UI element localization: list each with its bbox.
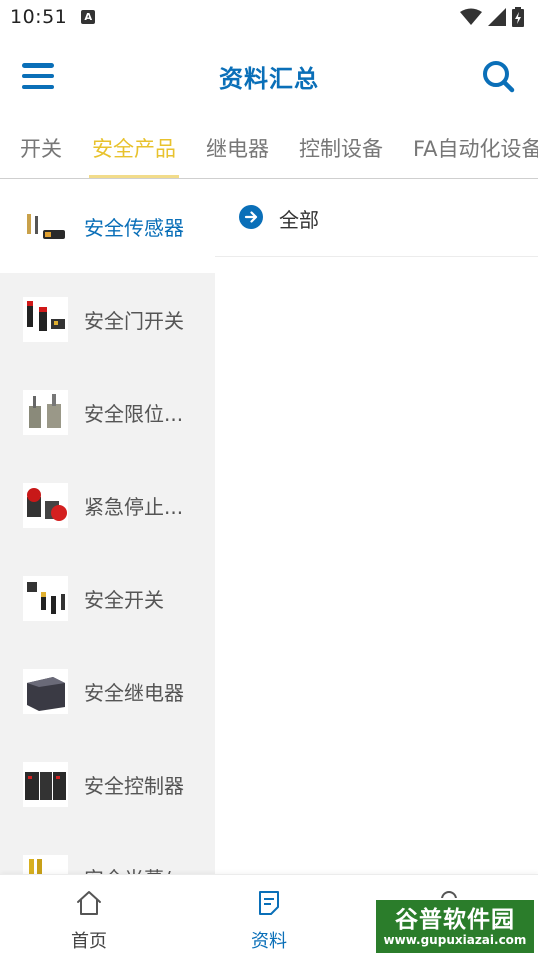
status-time: 10:51 bbox=[10, 6, 68, 28]
subcategory-all[interactable]: 全部 bbox=[215, 180, 538, 257]
tab-relays[interactable]: 继电器 bbox=[206, 118, 269, 178]
notification-icon: A bbox=[81, 10, 96, 24]
tab-label: 控制设备 bbox=[299, 137, 383, 161]
document-icon bbox=[259, 891, 279, 915]
product-thumbnail bbox=[23, 390, 68, 435]
sidebar-item-emergency-stop[interactable]: 紧急停止... bbox=[0, 459, 215, 552]
tab-label: 开关 bbox=[20, 137, 62, 161]
nav-documents[interactable]: 资料 bbox=[209, 875, 329, 957]
sidebar-item-safety-relay[interactable]: 安全继电器 bbox=[0, 645, 215, 738]
arrow-right-circle-icon bbox=[239, 205, 263, 229]
home-icon bbox=[77, 891, 101, 915]
sidebar-item-safety-door-switch[interactable]: 安全门开关 bbox=[0, 273, 215, 366]
sidebar-item-label: 安全传感器 bbox=[84, 216, 184, 240]
status-bar: 10:51 A bbox=[0, 0, 538, 34]
tab-label: 安全产品 bbox=[92, 137, 176, 161]
watermark-title: 谷普软件园 bbox=[395, 906, 515, 933]
sidebar-item-label: 安全门开关 bbox=[84, 309, 184, 333]
product-thumbnail bbox=[23, 669, 68, 714]
tab-safety-products[interactable]: 安全产品 bbox=[89, 118, 179, 178]
product-thumbnail bbox=[23, 204, 68, 249]
sidebar-item-label: 安全继电器 bbox=[84, 681, 184, 705]
subcategory-panel: 全部 bbox=[215, 180, 538, 874]
sidebar-item-label: 安全限位... bbox=[84, 402, 184, 426]
tab-label: 继电器 bbox=[206, 137, 269, 161]
tab-switches[interactable]: 开关 bbox=[20, 118, 62, 178]
sidebar-item-safety-limit-switch[interactable]: 安全限位... bbox=[0, 366, 215, 459]
sidebar-item-safety-light-curtain[interactable]: 安全光幕/... bbox=[0, 831, 215, 874]
signal-icon bbox=[488, 8, 506, 26]
search-icon[interactable] bbox=[480, 58, 516, 94]
hamburger-menu-icon[interactable] bbox=[20, 60, 56, 92]
sidebar-item-safety-controller[interactable]: 安全控制器 bbox=[0, 738, 215, 831]
wifi-icon bbox=[460, 8, 482, 25]
status-icons bbox=[460, 7, 524, 27]
product-thumbnail bbox=[23, 576, 68, 621]
category-tabs: 开关 安全产品 继电器 控制设备 FA自动化设备 bbox=[0, 118, 538, 179]
sidebar-item-label: 安全开关 bbox=[84, 588, 164, 612]
product-thumbnail bbox=[23, 762, 68, 807]
sidebar-item-label: 紧急停止... bbox=[84, 495, 184, 519]
page-title: 资料汇总 bbox=[219, 64, 319, 93]
tab-control-equipment[interactable]: 控制设备 bbox=[299, 118, 383, 178]
category-sidebar: 安全传感器 安全门开关 安全限位... 紧急停止... 安全开关 安全继电器 安… bbox=[0, 180, 215, 874]
watermark-url: www.gupuxiazai.com bbox=[383, 932, 527, 947]
watermark-logo: 谷普软件园 www.gupuxiazai.com bbox=[374, 898, 536, 955]
sidebar-item-safety-switch[interactable]: 安全开关 bbox=[0, 552, 215, 645]
product-thumbnail bbox=[23, 483, 68, 528]
sidebar-item-safety-sensor[interactable]: 安全传感器 bbox=[0, 180, 215, 273]
nav-label: 资料 bbox=[251, 931, 287, 952]
sidebar-item-label: 安全控制器 bbox=[84, 774, 184, 798]
tab-label: FA自动化设备 bbox=[413, 137, 538, 161]
subcategory-label: 全部 bbox=[279, 207, 319, 232]
product-thumbnail bbox=[23, 297, 68, 342]
sidebar-item-label: 安全光幕/... bbox=[84, 863, 190, 874]
battery-icon bbox=[512, 7, 524, 27]
tab-active-indicator bbox=[89, 175, 179, 178]
tab-fa-automation[interactable]: FA自动化设备 bbox=[413, 118, 538, 178]
nav-home[interactable]: 首页 bbox=[29, 875, 149, 957]
app-bar: 资料汇总 bbox=[0, 34, 538, 118]
product-thumbnail bbox=[23, 855, 68, 874]
nav-label: 首页 bbox=[71, 931, 107, 952]
